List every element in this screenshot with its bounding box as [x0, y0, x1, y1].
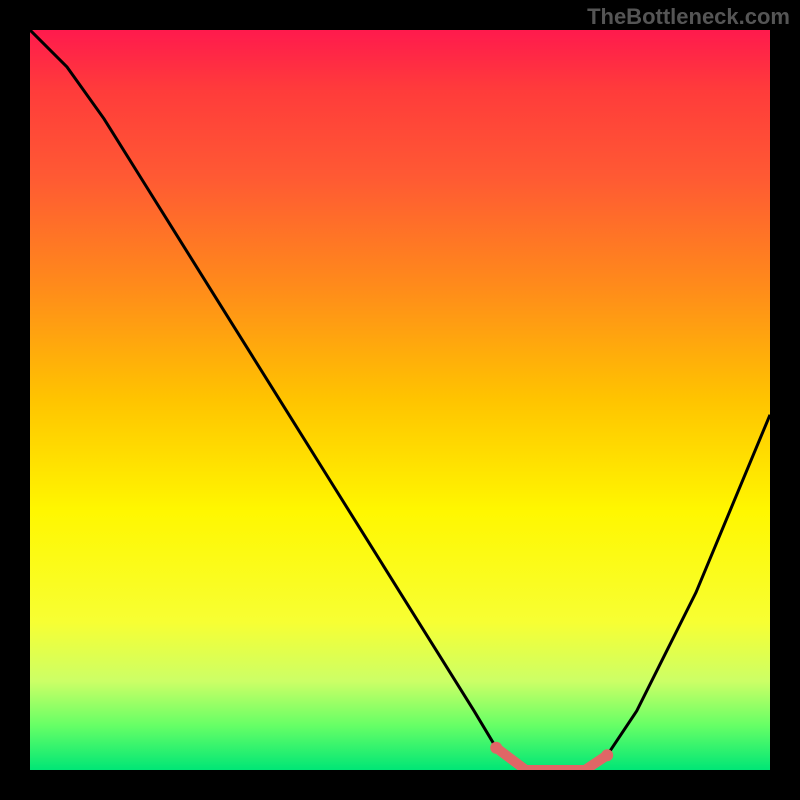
chart-plot-area	[30, 30, 770, 770]
highlight-endpoint-left	[490, 742, 502, 754]
optimal-region-highlight	[496, 748, 607, 770]
watermark-text: TheBottleneck.com	[587, 4, 790, 30]
chart-svg	[30, 30, 770, 770]
highlight-endpoint-right	[601, 749, 613, 761]
bottleneck-curve-line	[30, 30, 770, 770]
